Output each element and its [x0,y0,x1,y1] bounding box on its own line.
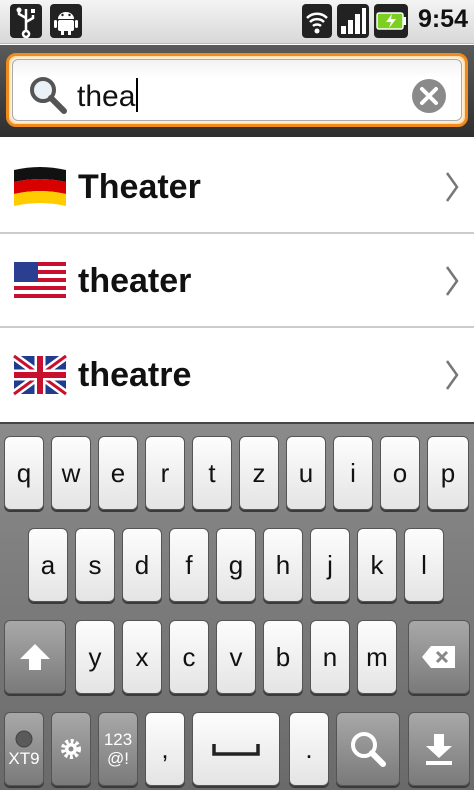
key-a[interactable]: a [28,528,68,602]
key-o[interactable]: o [380,436,420,510]
search-input[interactable]: thea [77,78,139,114]
result-word: Theater [78,168,201,206]
key-m[interactable]: m [357,620,397,694]
key-w[interactable]: w [51,436,91,510]
key-e[interactable]: e [98,436,138,510]
clock: 9:54 [417,5,468,33]
key-z[interactable]: z [239,436,279,510]
comma-key[interactable]: , [145,712,185,786]
key-y[interactable]: y [75,620,115,694]
key-d[interactable]: d [122,528,162,602]
settings-key[interactable] [51,712,91,786]
usa-flag-icon [14,262,66,300]
key-v[interactable]: v [216,620,256,694]
key-h[interactable]: h [263,528,303,602]
uk-flag-icon [12,352,68,398]
symbols-key[interactable]: 123 @! [98,712,138,786]
key-u[interactable]: u [286,436,326,510]
key-q[interactable]: q [4,436,44,510]
clear-icon[interactable] [411,78,447,114]
xt9-label: XT9 [8,749,40,768]
key-j[interactable]: j [310,528,350,602]
xt9-indicator-icon [15,730,33,748]
backspace-icon [422,646,455,668]
soft-keyboard: q w e r t z u i o p a s d f g h j k l y … [0,422,474,790]
key-l[interactable]: l [404,528,444,602]
battery-charging-icon [374,4,408,38]
search-header: thea [0,45,474,137]
results-list: Theater theater theatre [0,140,474,422]
key-k[interactable]: k [357,528,397,602]
status-bar: 9:54 [0,0,474,44]
wifi-icon [302,4,332,38]
germany-flag-icon [14,167,66,206]
search-key[interactable] [336,712,400,786]
key-f[interactable]: f [169,528,209,602]
key-n[interactable]: n [310,620,350,694]
chevron-right-icon [445,172,459,202]
symbols-label-bottom: @! [107,749,129,768]
gear-icon [61,739,81,759]
key-c[interactable]: c [169,620,209,694]
arrow-down-icon [426,734,452,765]
backspace-key[interactable] [408,620,470,694]
key-s[interactable]: s [75,528,115,602]
xt9-key[interactable]: XT9 [4,712,44,786]
magnifier-icon [30,77,67,114]
period-key[interactable]: . [289,712,329,786]
space-icon [212,744,260,756]
key-r[interactable]: r [145,436,185,510]
chevron-right-icon [445,266,459,296]
key-p[interactable]: p [427,436,469,510]
key-x[interactable]: x [122,620,162,694]
chevron-right-icon [445,360,459,390]
shift-key[interactable] [4,620,66,694]
usb-icon [10,4,42,38]
symbols-label-top: 123 [103,730,133,749]
key-i[interactable]: i [333,436,373,510]
key-g[interactable]: g [216,528,256,602]
key-t[interactable]: t [192,436,232,510]
shift-icon [20,644,50,670]
hide-keyboard-key[interactable] [408,712,470,786]
result-word: theater [78,262,192,300]
space-key[interactable] [192,712,280,786]
android-debug-icon [50,4,82,38]
list-item[interactable]: theater [0,234,474,328]
text-caret [136,78,139,112]
result-word: theatre [78,356,192,394]
signal-icon [337,4,369,38]
key-b[interactable]: b [263,620,303,694]
search-icon [351,732,386,767]
search-box[interactable]: thea [6,53,468,127]
list-item[interactable]: theatre [0,328,474,422]
list-item[interactable]: Theater [0,140,474,234]
